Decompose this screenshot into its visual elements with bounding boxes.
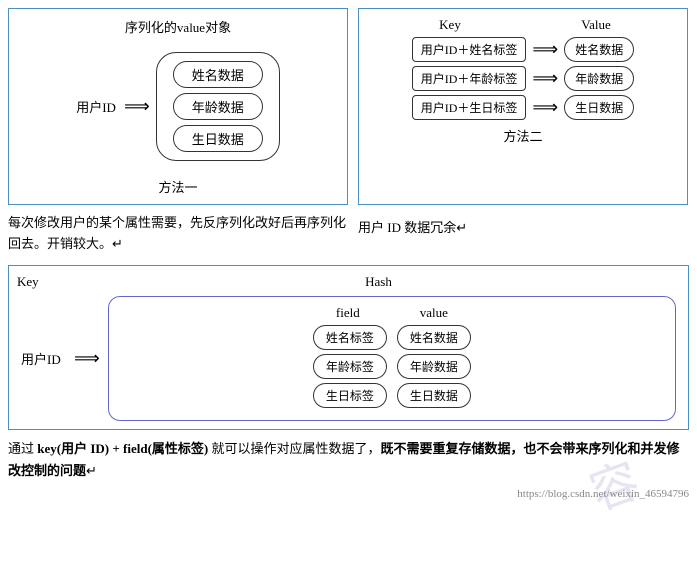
m2-val-1: 年龄数据: [564, 66, 634, 91]
hash-field-2: 生日标签: [313, 383, 387, 408]
m2-arrow-2: ⟹: [532, 97, 558, 118]
csdn-link: https://blog.csdn.net/weixin_46594796: [8, 488, 689, 500]
middle-text-right: 用户 ID 数据冗余↵: [358, 213, 688, 255]
bottom-hash-label: Hash: [77, 274, 680, 290]
method-one-content: 用户ID ⟹ 姓名数据 年龄数据 生日数据: [17, 42, 339, 171]
m2-row-1: 用户ID＋年龄标签 ⟹ 年龄数据: [367, 66, 679, 91]
bottom-title-row: Key Hash: [17, 274, 680, 290]
m2-row-0: 用户ID＋姓名标签 ⟹ 姓名数据: [367, 37, 679, 62]
hash-header: field value: [121, 305, 663, 321]
oval-item-0: 姓名数据: [173, 61, 263, 88]
hash-field-label: field: [336, 305, 360, 321]
hash-field-0: 姓名标签: [313, 325, 387, 350]
m2-val-2: 生日数据: [564, 95, 634, 120]
method-one-title: 序列化的value对象: [17, 17, 339, 36]
method-one-label: 方法一: [17, 177, 339, 196]
bottom-diagram: Key Hash 用户ID ⟹ field value 姓名标签 姓名数据 年龄…: [8, 265, 689, 430]
middle-text-left: 每次修改用户的某个属性需要，先反序列化改好后再序列化回去。开销较大。↵: [8, 213, 348, 255]
method-one-userid: 用户ID: [76, 97, 116, 116]
m2-row-2: 用户ID＋生日标签 ⟹ 生日数据: [367, 95, 679, 120]
hash-value-label: value: [420, 305, 448, 321]
method-one-diagram: 序列化的value对象 用户ID ⟹ 姓名数据 年龄数据 生日数据 方法一: [8, 8, 348, 205]
hash-val-1: 年龄数据: [397, 354, 471, 379]
oval-item-2: 生日数据: [173, 125, 263, 152]
hash-container: field value 姓名标签 姓名数据 年龄标签 年龄数据 生日标签 生日数…: [108, 296, 676, 421]
method-two-value-label: Value: [523, 17, 669, 33]
hash-val-0: 姓名数据: [397, 325, 471, 350]
method-one-oval-container: 姓名数据 年龄数据 生日数据: [156, 52, 280, 161]
method-two-key-label: Key: [377, 17, 523, 33]
m2-key-1: 用户ID＋年龄标签: [412, 66, 527, 91]
hash-row-0: 姓名标签 姓名数据: [121, 325, 663, 350]
middle-text-section: 每次修改用户的某个属性需要，先反序列化改好后再序列化回去。开销较大。↵ 用户 I…: [8, 213, 689, 255]
hash-field-1: 年龄标签: [313, 354, 387, 379]
bottom-text-key-highlight: key(用户 ID) + field(属性标签): [37, 441, 208, 456]
m2-arrow-1: ⟹: [532, 68, 558, 89]
bottom-key-label: Key: [17, 274, 77, 290]
method-two-header: Key Value: [367, 17, 679, 37]
method-two-diagram: Key Value 用户ID＋姓名标签 ⟹ 姓名数据 用户ID＋年龄标签 ⟹ 年…: [358, 8, 688, 205]
top-diagrams-row: 序列化的value对象 用户ID ⟹ 姓名数据 年龄数据 生日数据 方法一 Ke…: [8, 8, 689, 205]
hash-val-2: 生日数据: [397, 383, 471, 408]
bottom-text: 通过 key(用户 ID) + field(属性标签) 就可以操作对应属性数据了…: [8, 438, 689, 482]
method-one-arrow: ⟹: [124, 96, 150, 117]
m2-key-0: 用户ID＋姓名标签: [412, 37, 527, 62]
m2-key-2: 用户ID＋生日标签: [412, 95, 527, 120]
bottom-content: 用户ID ⟹ field value 姓名标签 姓名数据 年龄标签 年龄数据 生…: [17, 296, 680, 421]
m2-arrow-0: ⟹: [532, 39, 558, 60]
bottom-userid: 用户ID: [21, 349, 66, 368]
oval-item-1: 年龄数据: [173, 93, 263, 120]
hash-row-2: 生日标签 生日数据: [121, 383, 663, 408]
bottom-arrow: ⟹: [74, 348, 100, 369]
m2-val-0: 姓名数据: [564, 37, 634, 62]
hash-row-1: 年龄标签 年龄数据: [121, 354, 663, 379]
method-two-label: 方法二: [367, 126, 679, 145]
